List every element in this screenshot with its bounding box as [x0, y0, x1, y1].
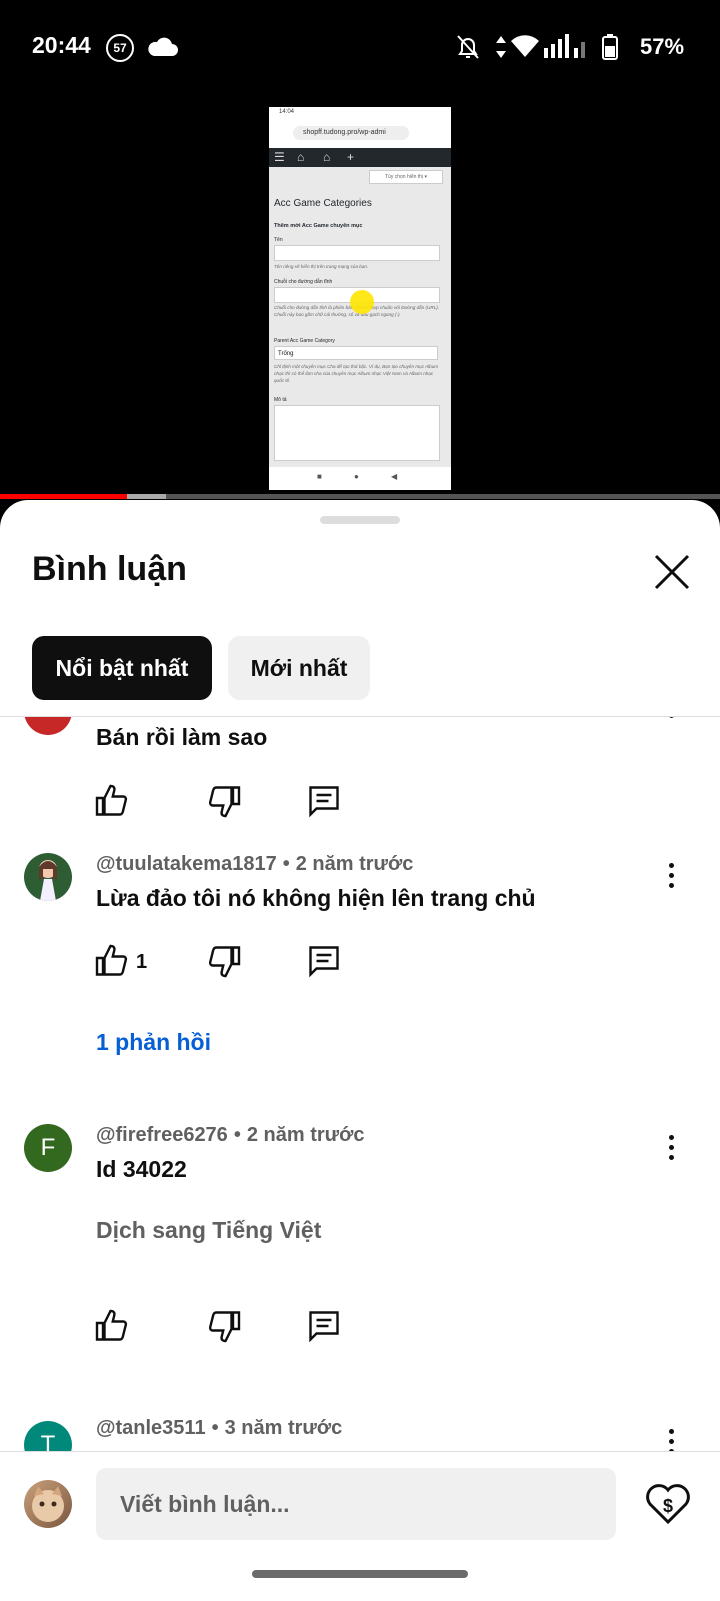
touch-indicator: [350, 290, 374, 314]
battery-icon: [602, 34, 618, 60]
more-icon[interactable]: [665, 1429, 677, 1451]
phone-parent-select: Trống: [274, 346, 438, 360]
phone-name-input: [274, 245, 440, 261]
my-avatar[interactable]: [24, 1480, 72, 1528]
data-arrows-icon: [496, 36, 506, 58]
comment-time: 2 năm trước: [295, 853, 414, 875]
phone-status-bar: 14:04: [269, 107, 451, 118]
reply-icon[interactable]: [306, 943, 342, 979]
sheet-title: Bình luận: [32, 550, 187, 588]
phone-parent-help: Chỉ định một chuyên mục Cha để tạo thứ b…: [274, 364, 439, 383]
translate-link[interactable]: Dịch sang Tiếng Việt: [96, 1217, 321, 1244]
svg-text:$: $: [663, 1496, 673, 1516]
filter-top-comments[interactable]: Nổi bật nhất: [32, 636, 212, 700]
comment-meta: @tuulatakema1817 • 2 năm trước: [96, 853, 414, 875]
dislike-icon[interactable]: [206, 783, 242, 819]
status-bar: 20:44 57 57%: [0, 0, 720, 96]
home-icon: ⌂: [323, 150, 331, 164]
view-replies-link[interactable]: 1 phản hồi: [96, 1029, 211, 1056]
close-icon[interactable]: [652, 552, 692, 592]
wifi-icon: [511, 35, 539, 57]
add-comment-input[interactable]: Viết bình luận...: [96, 1468, 616, 1540]
alarm-off-icon: [457, 35, 479, 59]
phone-name-label: Tên: [274, 237, 283, 243]
author-name[interactable]: @tanle3511: [96, 1417, 206, 1439]
comment-list[interactable]: Bán rồi làm sao @tuulatakema1817 • 2 năm t…: [0, 717, 720, 1451]
filter-newest[interactable]: Mới nhất: [228, 636, 370, 700]
comment-text: Id 34022: [96, 1156, 187, 1182]
phone-url: shopff.tudong.pro/wp-admi: [293, 126, 409, 140]
like-count: 1: [136, 951, 148, 973]
progress-played: [0, 494, 127, 499]
avatar[interactable]: T: [24, 1421, 72, 1451]
phone-admin-bar: ☰ ⌂ ⌂ +: [269, 148, 451, 167]
comment-meta: @tanle3511 • 3 năm trước: [96, 1417, 343, 1439]
comment-text: Lừa đảo tôi nó không hiện lên trang chủ: [96, 885, 536, 911]
comment-time: 2 năm trước: [246, 1124, 365, 1146]
super-thanks-icon[interactable]: $: [644, 1480, 692, 1528]
more-icon[interactable]: [665, 863, 677, 893]
avatar[interactable]: [24, 717, 72, 735]
gesture-home-bar[interactable]: [252, 1570, 468, 1578]
more-icon[interactable]: [665, 1135, 677, 1165]
phone-page-title: Acc Game Categories: [274, 198, 372, 209]
reply-icon[interactable]: [306, 1308, 342, 1344]
cloud-icon: [148, 37, 178, 56]
phone-desc-label: Mô tả: [274, 397, 287, 403]
reply-icon[interactable]: [306, 783, 342, 819]
phone-nav-bar: ■ ● ◀: [269, 467, 451, 490]
dislike-icon[interactable]: [206, 1308, 242, 1344]
site-icon: ⌂: [297, 150, 305, 164]
dislike-icon[interactable]: [206, 943, 242, 979]
phone-screen-options: Tùy chọn hiển thị ▾: [369, 170, 443, 184]
avatar[interactable]: [24, 853, 72, 901]
phone-desc-textarea: [274, 405, 440, 461]
like-icon[interactable]: [94, 1308, 130, 1344]
phone-section-title: Thêm mới Acc Game chuyên mục: [274, 223, 363, 229]
notification-count-badge: 57: [106, 34, 134, 62]
plus-icon: +: [347, 150, 355, 164]
comment-meta: @firefree6276 • 2 năm trước: [96, 1124, 365, 1146]
avatar-girl-icon: [39, 860, 57, 901]
author-name[interactable]: @firefree6276: [96, 1124, 228, 1146]
like-icon[interactable]: [94, 943, 130, 979]
menu-icon: ☰: [274, 150, 285, 164]
phone-parent-label: Parent Acc Game Category: [274, 338, 335, 344]
status-time: 20:44: [32, 32, 91, 58]
comment-time: 3 năm trước: [224, 1417, 343, 1439]
phone-slug-label: Chuỗi cho đường dẫn tĩnh: [274, 279, 333, 285]
avatar[interactable]: F: [24, 1124, 72, 1172]
comment-text: Bán rồi làm sao: [96, 724, 268, 750]
more-icon[interactable]: [665, 717, 677, 733]
author-name[interactable]: @tuulatakema1817: [96, 853, 277, 875]
phone-name-help: Tên riêng sẽ hiển thị trên trang mạng củ…: [274, 264, 369, 269]
signal-icon: [544, 34, 585, 58]
battery-percent: 57%: [640, 34, 685, 59]
like-icon[interactable]: [94, 783, 130, 819]
phone-browser-bar: shopff.tudong.pro/wp-admi: [269, 118, 451, 149]
avatar-cat-icon: [32, 1486, 64, 1522]
drag-handle[interactable]: [320, 516, 400, 524]
